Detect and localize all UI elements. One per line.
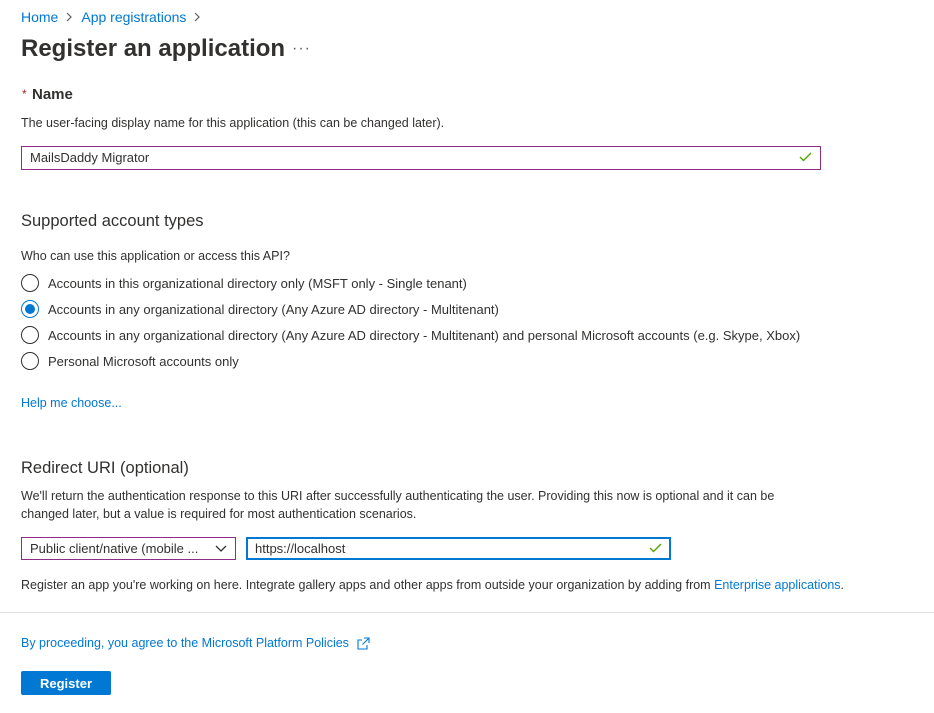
help-me-choose-link[interactable]: Help me choose... [21,396,122,410]
breadcrumb: Home App registrations [21,8,209,26]
radio-label: Personal Microsoft accounts only [48,353,239,369]
radio-label: Accounts in any organizational directory… [48,301,499,317]
register-button[interactable]: Register [21,671,111,695]
account-types-title: Supported account types [21,212,204,230]
radio-label: Accounts in this organizational director… [48,275,467,291]
redirect-uri-input[interactable]: https://localhost [246,537,671,560]
name-label: Name [32,86,73,103]
more-options-button[interactable]: ··· [292,40,311,58]
radio-button-selected[interactable] [21,300,39,318]
chevron-right-icon [194,12,201,22]
name-input[interactable]: MailsDaddy Migrator [21,146,821,170]
radio-single-tenant[interactable]: Accounts in this organizational director… [21,274,467,292]
breadcrumb-home-link[interactable]: Home [21,9,58,25]
account-types-question: Who can use this application or access t… [21,249,290,263]
redirect-description-line2: changed later, but a value is required f… [21,507,417,521]
redirect-description-line1: We'll return the authentication response… [21,489,775,503]
radio-button[interactable] [21,274,39,292]
name-help-text: The user-facing display name for this ap… [21,116,445,130]
redirect-footer: Register an app you're working on here. … [21,578,844,592]
name-input-value: MailsDaddy Migrator [30,150,150,165]
enterprise-applications-link[interactable]: Enterprise applications [714,578,840,592]
platform-select[interactable]: Public client/native (mobile ... [21,537,236,560]
checkmark-icon [649,538,662,560]
page-title: Register an application [21,35,286,62]
radio-button[interactable] [21,352,39,370]
redirect-footer-text: Register an app you're working on here. … [21,578,715,592]
radio-personal-only[interactable]: Personal Microsoft accounts only [21,352,239,370]
policy-link[interactable]: By proceeding, you agree to the Microsof… [21,636,370,650]
chevron-down-icon [215,541,227,556]
redirect-uri-value: https://localhost [255,540,346,556]
required-indicator: * [22,87,27,101]
divider [0,612,934,613]
breadcrumb-app-registrations-link[interactable]: App registrations [81,9,186,25]
radio-multitenant[interactable]: Accounts in any organizational directory… [21,300,499,318]
redirect-footer-end: . [840,578,845,592]
redirect-uri-title: Redirect URI (optional) [21,459,189,477]
checkmark-icon [799,147,812,169]
chevron-right-icon [66,12,73,22]
platform-select-value: Public client/native (mobile ... [30,541,199,556]
radio-label: Accounts in any organizational directory… [48,327,801,343]
policy-link-text[interactable]: By proceeding, you agree to the Microsof… [21,636,349,650]
radio-multitenant-personal[interactable]: Accounts in any organizational directory… [21,326,800,344]
radio-button[interactable] [21,326,39,344]
external-link-icon [357,636,370,650]
